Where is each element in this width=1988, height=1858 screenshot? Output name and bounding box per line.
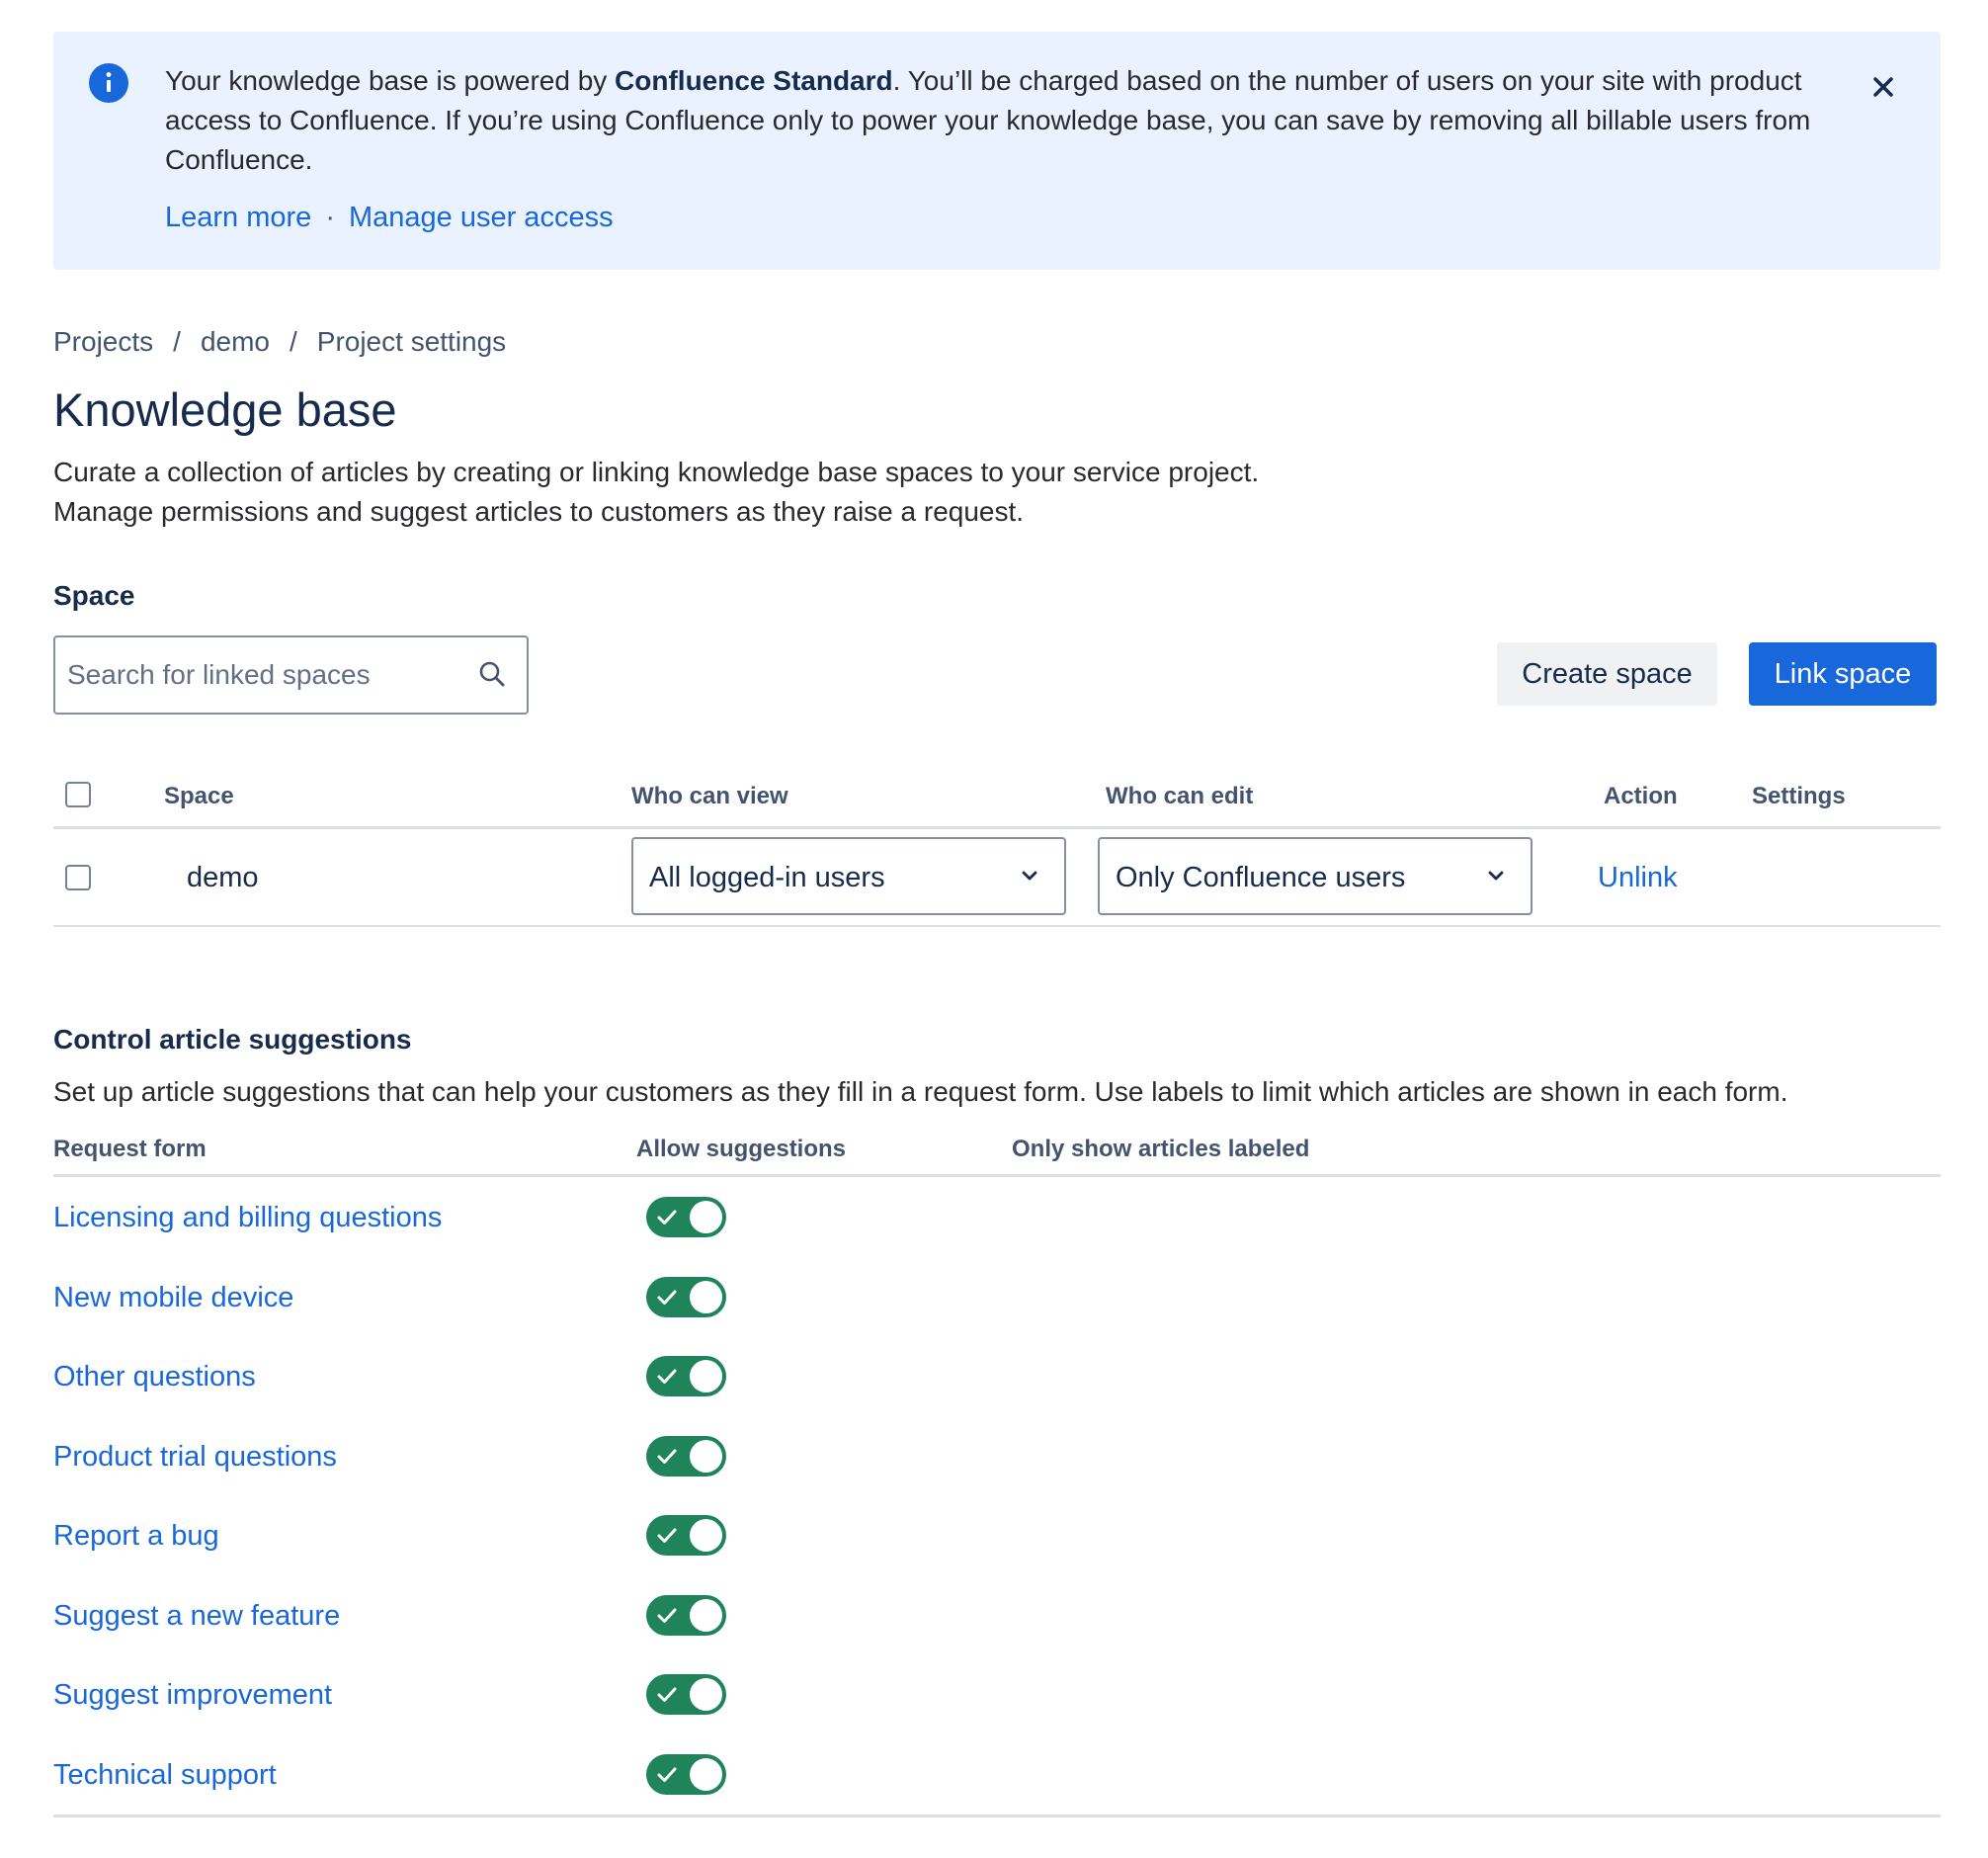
allow-suggestions-toggle[interactable] [646, 1436, 726, 1477]
create-space-button[interactable]: Create space [1497, 642, 1717, 706]
breadcrumb-item-demo[interactable]: demo [201, 326, 270, 357]
banner-links: Learn more · Manage user access [165, 198, 614, 237]
breadcrumb: Projects / demo / Project settings [53, 322, 506, 362]
who-can-view-value: All logged-in users [649, 862, 885, 893]
search-icon[interactable] [477, 659, 507, 694]
check-icon [656, 1605, 678, 1632]
chevron-down-icon [1487, 869, 1505, 887]
page-description-line-1: Curate a collection of articles by creat… [53, 457, 1260, 487]
banner-product-name: Confluence Standard [615, 65, 893, 96]
select-all-checkbox[interactable] [65, 782, 91, 807]
learn-more-link[interactable]: Learn more [165, 202, 311, 233]
column-header-space: Space [164, 783, 234, 809]
toggle-knob [690, 1678, 722, 1711]
breadcrumb-item-projects[interactable]: Projects [53, 326, 153, 357]
chevron-down-icon [1021, 869, 1038, 887]
request-form-link[interactable]: Licensing and billing questions [53, 1198, 442, 1237]
table-header-divider [53, 826, 1941, 829]
check-icon [656, 1764, 678, 1791]
search-field [53, 635, 529, 715]
unlink-link[interactable]: Unlink [1598, 858, 1678, 897]
check-icon [656, 1446, 678, 1473]
table-bottom-divider [53, 1815, 1941, 1817]
table-row-divider [53, 925, 1941, 927]
space-section-label: Space [53, 580, 135, 611]
manage-user-access-link[interactable]: Manage user access [349, 202, 614, 233]
banner-message: Your knowledge base is powered by Conflu… [165, 61, 1864, 180]
who-can-edit-value: Only Confluence users [1116, 862, 1406, 893]
breadcrumb-separator: / [289, 326, 297, 357]
allow-suggestions-toggle[interactable] [646, 1515, 726, 1556]
row-checkbox[interactable] [65, 865, 91, 890]
page-title: Knowledge base [53, 383, 397, 436]
banner-text-before: Your knowledge base is powered by [165, 65, 616, 96]
request-form-link[interactable]: Technical support [53, 1755, 277, 1795]
toggle-knob [690, 1201, 722, 1233]
check-icon [656, 1366, 678, 1393]
allow-suggestions-toggle[interactable] [646, 1754, 726, 1795]
link-separator: · [325, 202, 335, 233]
toggle-knob [690, 1758, 722, 1791]
request-form-link[interactable]: Suggest a new feature [53, 1596, 340, 1636]
close-icon[interactable] [1865, 69, 1901, 105]
request-form-link[interactable]: Product trial questions [53, 1437, 337, 1477]
check-icon [656, 1525, 678, 1552]
link-space-button[interactable]: Link space [1749, 642, 1937, 706]
allow-suggestions-toggle[interactable] [646, 1356, 726, 1396]
toggle-knob [690, 1281, 722, 1313]
column-header-who-can-edit: Who can edit [1106, 783, 1254, 809]
column-header-request-form: Request form [53, 1136, 207, 1162]
column-header-only-show-articles-labeled: Only show articles labeled [1012, 1136, 1310, 1162]
who-can-view-select[interactable]: All logged-in users [631, 837, 1066, 915]
toggle-knob [690, 1599, 722, 1632]
column-header-allow-suggestions: Allow suggestions [636, 1136, 847, 1162]
page-description-line-2: Manage permissions and suggest articles … [53, 496, 1025, 527]
request-form-link[interactable]: New mobile device [53, 1278, 293, 1317]
space-name: demo [187, 862, 259, 893]
column-header-who-can-view: Who can view [631, 783, 788, 809]
allow-suggestions-toggle[interactable] [646, 1197, 726, 1237]
toggle-knob [690, 1360, 722, 1393]
who-can-edit-select[interactable]: Only Confluence users [1098, 837, 1532, 915]
page-description: Curate a collection of articles by creat… [53, 453, 1259, 532]
check-icon [656, 1287, 678, 1313]
check-icon [656, 1207, 678, 1233]
allow-suggestions-toggle[interactable] [646, 1277, 726, 1317]
info-icon [89, 63, 128, 103]
column-header-settings: Settings [1752, 783, 1846, 809]
breadcrumb-separator: / [173, 326, 181, 357]
toggle-knob [690, 1440, 722, 1473]
allow-suggestions-toggle[interactable] [646, 1674, 726, 1715]
table-header-divider [53, 1174, 1941, 1177]
request-form-link[interactable]: Other questions [53, 1357, 256, 1396]
search-input[interactable] [67, 637, 462, 713]
suggestions-title: Control article suggestions [53, 1024, 412, 1055]
request-form-link[interactable]: Report a bug [53, 1516, 219, 1556]
toggle-knob [690, 1519, 722, 1552]
request-form-link[interactable]: Suggest improvement [53, 1675, 332, 1715]
suggestions-description: Set up article suggestions that can help… [53, 1076, 1788, 1107]
breadcrumb-item-project-settings[interactable]: Project settings [317, 326, 506, 357]
allow-suggestions-toggle[interactable] [646, 1595, 726, 1636]
column-header-action: Action [1604, 783, 1678, 809]
info-banner: Your knowledge base is powered by Conflu… [53, 32, 1941, 270]
check-icon [656, 1684, 678, 1711]
